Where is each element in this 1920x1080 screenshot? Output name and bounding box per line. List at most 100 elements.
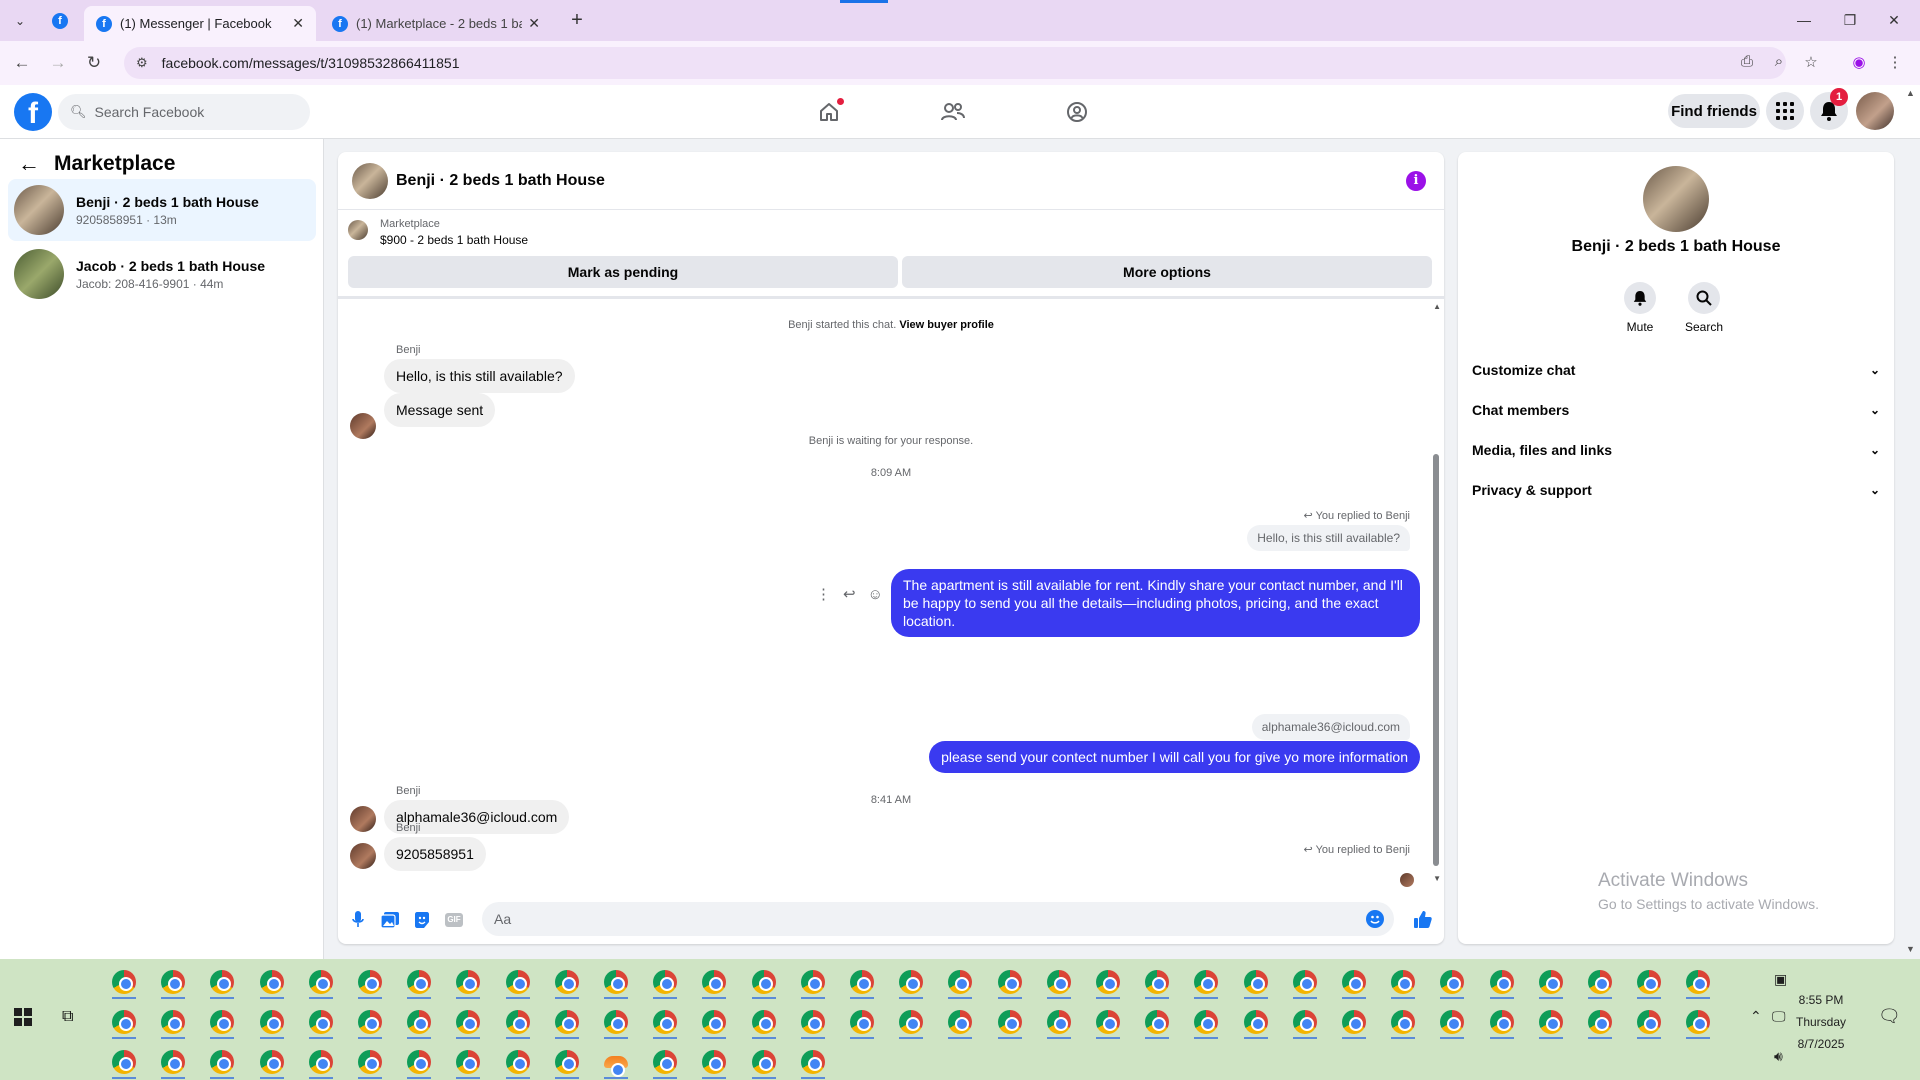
taskbar-chrome-window-icon[interactable] [450, 1005, 486, 1039]
friends-nav-icon[interactable] [938, 97, 968, 127]
find-friends-button[interactable]: Find friends [1668, 94, 1760, 128]
tab-search-dropdown-icon[interactable]: ⌄ [8, 10, 32, 32]
incoming-message[interactable]: 9205858951 [384, 837, 486, 871]
taskbar-chrome-window-icon[interactable] [303, 1045, 339, 1079]
show-hidden-icons-chevron-icon[interactable]: ⌃ [1750, 1008, 1762, 1025]
taskbar-chrome-window-icon[interactable] [500, 1005, 536, 1039]
taskbar-chrome-window-icon[interactable] [893, 1005, 929, 1039]
taskbar-chrome-window-icon[interactable] [106, 1005, 142, 1039]
chat-scrollbar[interactable] [1433, 454, 1439, 866]
taskbar-chrome-window-icon[interactable] [450, 1045, 486, 1079]
taskbar-chrome-window-icon[interactable] [1680, 965, 1716, 999]
site-info-icon[interactable]: ⚙ [136, 55, 148, 71]
taskbar-chrome-window-icon[interactable] [254, 1005, 290, 1039]
taskbar-chrome-window-icon[interactable] [1139, 965, 1175, 999]
back-arrow-icon[interactable]: ← [18, 151, 40, 177]
taskbar-chrome-window-icon[interactable] [352, 1005, 388, 1039]
taskbar-chrome-window-icon[interactable] [155, 1005, 191, 1039]
taskbar-chrome-window-icon[interactable] [647, 1005, 683, 1039]
tab-messenger[interactable]: f (1) Messenger | Facebook ✕ [84, 6, 316, 41]
restore-window-icon[interactable]: ❐ [1830, 8, 1870, 32]
taskbar-chrome-window-icon[interactable] [450, 965, 486, 999]
taskbar-chrome-window-icon[interactable] [106, 1045, 142, 1079]
task-view-icon[interactable]: ⧉ [62, 1008, 73, 1026]
facebook-logo[interactable]: f [14, 93, 52, 131]
taskbar-chrome-window-icon[interactable] [1238, 965, 1274, 999]
taskbar-chrome-window-icon[interactable] [942, 965, 978, 999]
reload-icon[interactable]: ↻ [82, 51, 106, 75]
taskbar-chrome-window-icon[interactable] [795, 1045, 831, 1079]
search-in-conversation-button[interactable]: Search [1674, 282, 1734, 334]
taskbar-chrome-window-icon[interactable] [401, 965, 437, 999]
taskbar-chrome-window-icon[interactable] [254, 965, 290, 999]
taskbar-chrome-window-icon[interactable] [1287, 1005, 1323, 1039]
scroll-up-arrow-icon[interactable]: ▲ [1433, 302, 1441, 311]
groups-nav-icon[interactable] [1062, 97, 1092, 127]
taskbar-chrome-window-icon[interactable] [696, 965, 732, 999]
taskbar-chrome-window-icon[interactable] [598, 1005, 634, 1039]
taskbar-chrome-window-icon[interactable] [942, 1005, 978, 1039]
system-clock[interactable]: 8:55 PM Thursday 8/7/2025 [1796, 989, 1846, 1055]
taskbar-chrome-window-icon[interactable] [647, 1045, 683, 1079]
taskbar-chrome-window-icon[interactable] [1533, 965, 1569, 999]
more-actions-icon[interactable]: ⋮ [816, 585, 831, 603]
customize-chat-row[interactable]: Customize chat ⌄ [1472, 354, 1880, 386]
conversation-info-icon[interactable]: i [1406, 171, 1426, 191]
outgoing-message[interactable]: please send your contect number I will c… [929, 741, 1420, 773]
taskbar-chrome-window-icon[interactable] [746, 1005, 782, 1039]
taskbar-chrome-window-icon[interactable] [1631, 1005, 1667, 1039]
taskbar-chrome-window-icon[interactable] [1582, 1005, 1618, 1039]
mute-button[interactable]: Mute [1610, 282, 1670, 334]
taskbar-chrome-window-icon[interactable] [1631, 965, 1667, 999]
taskbar-chrome-window-icon[interactable] [746, 965, 782, 999]
taskbar-chrome-window-icon[interactable] [795, 965, 831, 999]
taskbar-chrome-window-icon[interactable] [1680, 1005, 1716, 1039]
attach-photo-icon[interactable] [380, 910, 400, 930]
install-app-icon[interactable]: ⎙ [1736, 53, 1758, 70]
taskbar-chrome-window-icon[interactable] [1385, 965, 1421, 999]
taskbar-chrome-window-icon[interactable] [893, 965, 929, 999]
close-tab-icon[interactable]: ✕ [292, 15, 304, 32]
omnibox[interactable]: ⚙ facebook.com/messages/t/31098532866411… [124, 47, 1786, 79]
taskbar-chrome-window-icon[interactable] [1090, 1005, 1126, 1039]
taskbar-chrome-window-icon[interactable] [1041, 965, 1077, 999]
conversation-benji[interactable]: Benji · 2 beds 1 bath House 9205858951 ·… [8, 179, 316, 241]
gif-icon[interactable]: GIF [444, 910, 464, 930]
house-thumbnail[interactable] [352, 162, 388, 199]
taskbar-chrome-window-icon[interactable] [1287, 965, 1323, 999]
pinned-facebook-tab[interactable]: f [44, 8, 76, 34]
mark-as-pending-button[interactable]: Mark as pending [348, 256, 898, 288]
message-input[interactable]: Aa [482, 902, 1394, 936]
bookmark-star-icon[interactable]: ☆ [1800, 53, 1822, 71]
listing-photo[interactable] [1643, 166, 1709, 232]
taskbar-chrome-window-icon[interactable] [549, 1045, 585, 1079]
taskbar-chrome-window-icon[interactable] [1336, 965, 1372, 999]
search-facebook-input[interactable]: 🔍︎ Search Facebook [58, 94, 310, 130]
volume-icon[interactable]: 🔊︎ [1774, 1048, 1783, 1065]
chat-title[interactable]: Benji · 2 beds 1 bath House [396, 172, 605, 190]
sender-avatar[interactable] [350, 806, 376, 832]
taskbar-chrome-window-icon[interactable] [254, 1045, 290, 1079]
close-tab-icon[interactable]: ✕ [528, 15, 540, 32]
tab-marketplace[interactable]: f (1) Marketplace - 2 beds 1 bath ✕ [320, 6, 552, 41]
account-avatar[interactable] [1856, 92, 1894, 130]
taskbar-chrome-window-icon[interactable] [1090, 965, 1126, 999]
taskbar-chrome-window-icon[interactable] [352, 1045, 388, 1079]
emoji-picker-icon[interactable] [1366, 910, 1384, 928]
network-icon[interactable]: 🖵︎ [1772, 1008, 1786, 1025]
incoming-message[interactable]: Message sent [384, 393, 496, 427]
back-arrow-icon[interactable]: ← [10, 51, 34, 75]
taskbar-chrome-window-icon[interactable] [1188, 1005, 1224, 1039]
scroll-down-arrow-icon[interactable]: ▼ [1433, 874, 1441, 883]
taskbar-chrome-window-icon[interactable] [155, 965, 191, 999]
taskbar-chrome-window-icon[interactable] [303, 1005, 339, 1039]
new-tab-button[interactable]: + [564, 8, 590, 34]
notification-center-icon[interactable]: 🗨︎ [1878, 1006, 1901, 1027]
taskbar-chrome-window-icon[interactable] [155, 1045, 191, 1079]
taskbar-chrome-window-icon[interactable] [746, 1045, 782, 1079]
zoom-icon[interactable]: ⌕ [1768, 53, 1790, 70]
taskbar-chrome-window-icon[interactable] [500, 1045, 536, 1079]
windows-start-icon[interactable] [14, 1008, 32, 1026]
menu-grid-icon[interactable] [1766, 92, 1804, 130]
taskbar-chrome-window-icon[interactable] [106, 965, 142, 999]
